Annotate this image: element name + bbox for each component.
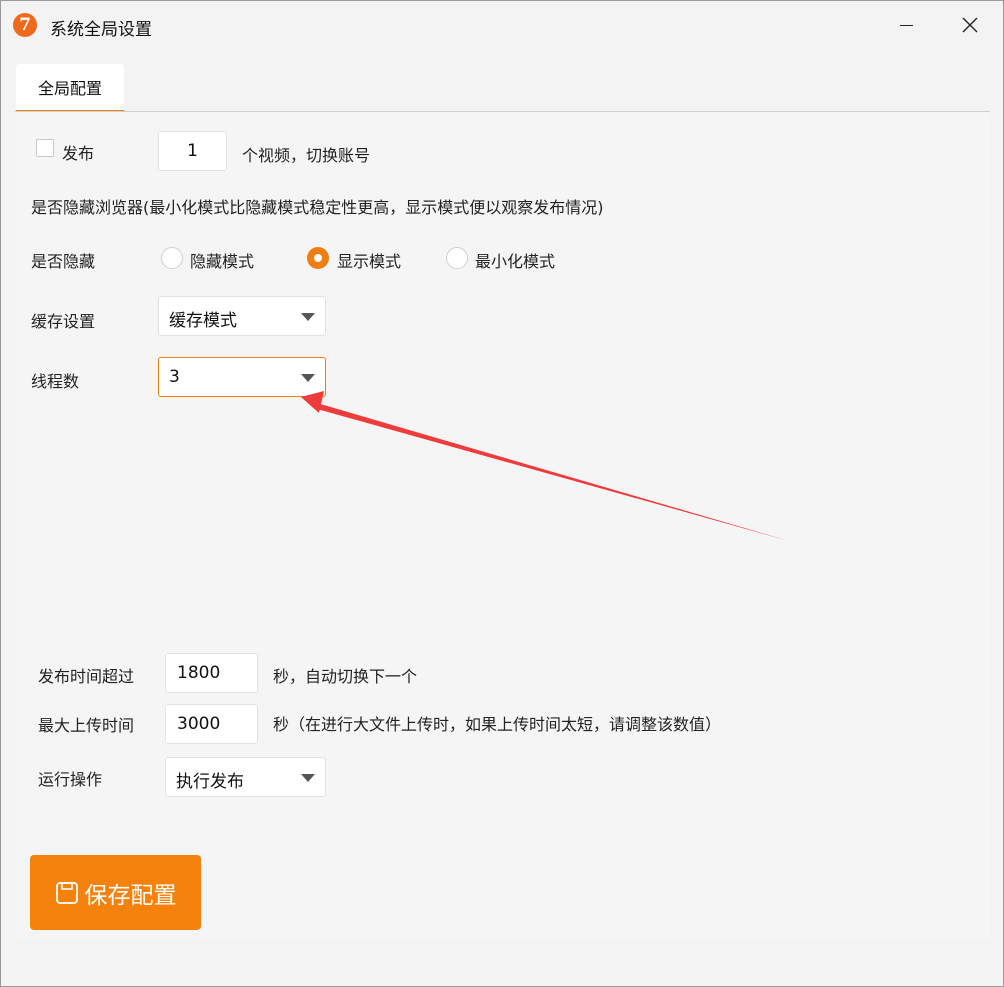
save-icon [55, 881, 78, 904]
run-action-select-value: 执行发布 [176, 772, 244, 792]
tab-label: 全局配置 [37, 79, 102, 98]
max-upload-input[interactable]: 3000 [165, 704, 258, 744]
publish-timeout-input[interactable]: 1800 [165, 653, 258, 693]
cache-label: 缓存设置 [31, 312, 96, 331]
minimize-icon [899, 24, 913, 26]
publish-count-input[interactable]: 1 [158, 131, 227, 171]
publish-timeout-suffix: 秒，自动切换下一个 [273, 667, 418, 686]
app-logo: 7 [13, 13, 37, 37]
radio-display-mode-label: 显示模式 [337, 252, 402, 271]
publish-checkbox-label: 发布 [62, 144, 95, 163]
radio-hidden-mode-label: 隐藏模式 [190, 252, 255, 271]
save-config-label: 保存配置 [84, 882, 177, 909]
settings-window: 7 系统全局设置 全局配置 [0, 0, 1004, 987]
title-bar[interactable]: 7 系统全局设置 [1, 1, 1003, 51]
radio-minimize-mode-label: 最小化模式 [475, 252, 556, 271]
cache-select[interactable]: 缓存模式 [158, 296, 326, 336]
tab-global-config[interactable]: 全局配置 [16, 64, 124, 112]
run-action-select[interactable]: 执行发布 [165, 757, 326, 797]
chevron-down-icon [301, 374, 315, 382]
close-icon [962, 17, 978, 33]
chevron-down-icon [301, 774, 315, 782]
publish-count-suffix: 个视频，切换账号 [242, 146, 371, 165]
publish-timeout-label: 发布时间超过 [38, 667, 135, 686]
max-upload-value: 3000 [177, 714, 221, 734]
minimize-button[interactable] [883, 1, 929, 49]
threads-select[interactable]: 3 [158, 357, 326, 397]
radio-minimize-mode[interactable] [446, 247, 468, 269]
publish-checkbox[interactable] [36, 139, 54, 157]
publish-count-value: 1 [187, 141, 198, 161]
hide-browser-description: 是否隐藏浏览器(最小化模式比隐藏模式稳定性更高，显示模式便以观察发布情况) [31, 198, 604, 217]
settings-panel [15, 113, 990, 939]
threads-select-value: 3 [169, 367, 180, 387]
save-config-button[interactable]: 保存配置 [30, 855, 201, 930]
tab-divider [15, 111, 990, 112]
publish-timeout-value: 1800 [177, 663, 221, 683]
run-action-label: 运行操作 [38, 770, 103, 789]
max-upload-suffix: 秒（在进行大文件上传时，如果上传时间太短，请调整该数值） [273, 715, 722, 734]
close-button[interactable] [947, 1, 993, 49]
radio-hidden-mode[interactable] [161, 247, 183, 269]
max-upload-label: 最大上传时间 [38, 716, 135, 735]
hide-mode-label: 是否隐藏 [31, 252, 96, 271]
window-title: 系统全局设置 [50, 20, 152, 40]
cache-select-value: 缓存模式 [169, 311, 237, 331]
chevron-down-icon [301, 313, 315, 321]
threads-label: 线程数 [31, 372, 80, 391]
radio-display-mode[interactable] [307, 247, 329, 269]
